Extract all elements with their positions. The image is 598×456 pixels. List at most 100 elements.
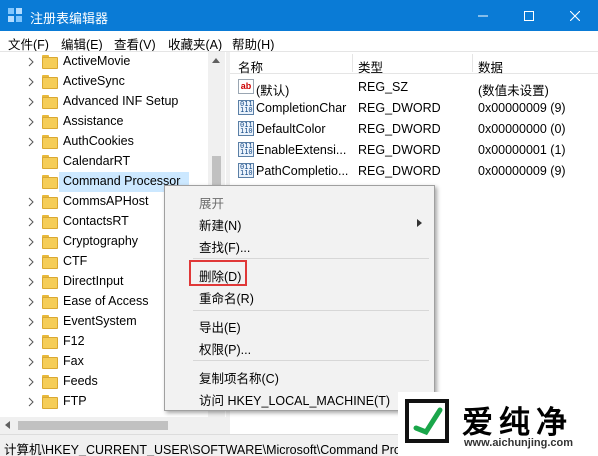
folder-icon <box>42 295 58 309</box>
tree-item[interactable]: ActiveSync <box>0 72 210 92</box>
tree-item-label: Cryptography <box>63 234 139 248</box>
list-row[interactable]: ab (默认) REG_SZ (数值未设置) <box>230 76 598 98</box>
watermark: 爱纯净 www.aichunjing.com <box>398 392 598 456</box>
tree-item[interactable]: Advanced INF Setup <box>0 92 210 112</box>
value-name: DefaultColor <box>256 122 326 136</box>
chevron-right-icon[interactable] <box>26 116 36 128</box>
maximize-button[interactable] <box>506 0 552 31</box>
menu-item-find[interactable]: 查找(F)... <box>199 237 250 256</box>
folder-icon <box>42 375 58 389</box>
menu-item-goto-hklm[interactable]: 访问 HKEY_LOCAL_MACHINE(T) <box>199 390 390 409</box>
menu-separator <box>193 360 429 361</box>
status-path: 计算机\HKEY_CURRENT_USER\SOFTWARE\Microsoft… <box>4 443 408 456</box>
list-row[interactable]: 011 110 EnableExtensi... REG_DWORD 0x0000… <box>230 139 598 160</box>
menu-item-expand[interactable]: 展开 <box>199 193 224 212</box>
tree-item-label: Fax <box>63 354 84 368</box>
tree-item-label: Command Processor <box>63 174 181 188</box>
scroll-up-icon[interactable] <box>212 58 220 63</box>
tree-item-label: CTF <box>63 254 88 268</box>
column-header-name[interactable]: 名称 <box>238 57 263 76</box>
chevron-right-icon[interactable] <box>26 76 36 88</box>
list-row[interactable]: 011 110 PathCompletio... REG_DWORD 0x0000… <box>230 160 598 181</box>
column-header-type[interactable]: 类型 <box>358 57 383 76</box>
column-header-data[interactable]: 数据 <box>478 57 503 76</box>
scroll-thumb[interactable] <box>212 156 221 186</box>
value-type: REG_SZ <box>358 80 409 94</box>
value-data: 0x00000001 (1) <box>478 143 566 157</box>
value-type: REG_DWORD <box>358 122 441 136</box>
minimize-icon <box>478 15 488 16</box>
title-bar: 注册表编辑器 <box>0 0 598 31</box>
folder-icon <box>42 355 58 369</box>
tree-item-label: AuthCookies <box>63 134 134 148</box>
tree-item-label: Assistance <box>63 114 124 128</box>
chevron-right-icon[interactable] <box>26 236 36 248</box>
tree-item-label: CommsAPHost <box>63 194 149 208</box>
binary-value-icon: 011 110 <box>238 100 254 115</box>
menu-item-export[interactable]: 导出(E) <box>199 317 241 336</box>
folder-icon <box>42 135 58 149</box>
menu-item-permissions[interactable]: 权限(P)... <box>199 339 251 358</box>
regedit-app-icon <box>8 8 22 22</box>
folder-icon <box>42 335 58 349</box>
chevron-right-icon[interactable] <box>26 96 36 108</box>
tree-item[interactable]: CalendarRT <box>0 152 210 172</box>
value-type: REG_DWORD <box>358 143 441 157</box>
chevron-right-icon[interactable] <box>26 256 36 268</box>
chevron-right-icon[interactable] <box>26 336 36 348</box>
folder-icon <box>42 95 58 109</box>
close-button[interactable] <box>552 0 598 31</box>
chevron-right-icon[interactable] <box>26 196 36 208</box>
tree-item[interactable]: ActiveMovie <box>0 52 210 72</box>
list-row[interactable]: 011 110 CompletionChar REG_DWORD 0x000000… <box>230 97 598 118</box>
folder-icon <box>42 115 58 129</box>
chevron-right-icon[interactable] <box>26 56 36 68</box>
menu-bar: 文件(F) 编辑(E) 查看(V) 收藏夹(A) 帮助(H) <box>0 31 598 52</box>
folder-icon <box>42 195 58 209</box>
menu-item-new[interactable]: 新建(N) <box>199 215 241 234</box>
folder-icon <box>42 275 58 289</box>
tree-item-label: ActiveMovie <box>63 54 131 68</box>
window-title: 注册表编辑器 <box>30 11 109 26</box>
folder-icon <box>42 395 58 409</box>
menu-item-rename[interactable]: 重命名(R) <box>199 288 254 307</box>
chevron-right-icon[interactable] <box>26 296 36 308</box>
string-value-icon: ab <box>238 79 254 94</box>
scroll-left-icon[interactable] <box>5 421 10 429</box>
tree-item-label: Feeds <box>63 374 98 388</box>
chevron-right-icon[interactable] <box>26 396 36 408</box>
value-data: 0x00000000 (0) <box>478 122 566 136</box>
binary-value-icon: 011 110 <box>238 163 254 178</box>
tree-item[interactable]: AuthCookies <box>0 132 210 152</box>
value-name: EnableExtensi... <box>256 143 347 157</box>
tree-item-label: CalendarRT <box>63 154 131 168</box>
folder-icon <box>42 155 58 169</box>
tree-item-label: Advanced INF Setup <box>63 94 179 108</box>
tree-item-label: ActiveSync <box>63 74 125 88</box>
chevron-right-icon[interactable] <box>26 376 36 388</box>
list-row[interactable]: 011 110 DefaultColor REG_DWORD 0x00000000… <box>230 118 598 139</box>
chevron-right-icon[interactable] <box>26 316 36 328</box>
menu-item-delete[interactable]: 删除(D) <box>199 266 241 285</box>
tree-item-label: ContactsRT <box>63 214 129 228</box>
value-name: PathCompletio... <box>256 164 349 178</box>
list-header: 名称 类型 数据 <box>230 52 598 76</box>
chevron-right-icon[interactable] <box>26 276 36 288</box>
tree-horizontal-scrollbar[interactable] <box>0 417 226 434</box>
chevron-right-icon[interactable] <box>26 216 36 228</box>
folder-icon <box>42 215 58 229</box>
value-type: REG_DWORD <box>358 101 441 115</box>
folder-icon <box>42 175 58 189</box>
folder-icon <box>42 55 58 69</box>
minimize-button[interactable] <box>460 0 506 31</box>
chevron-right-icon[interactable] <box>26 136 36 148</box>
watermark-logo-icon <box>405 399 449 443</box>
chevron-right-icon[interactable] <box>26 356 36 368</box>
menu-item-copy-key-name[interactable]: 复制项名称(C) <box>199 368 279 387</box>
scroll-thumb[interactable] <box>18 421 168 430</box>
tree-item-label: Ease of Access <box>63 294 149 308</box>
folder-icon <box>42 315 58 329</box>
tree-item[interactable]: Assistance <box>0 112 210 132</box>
close-icon <box>570 10 580 21</box>
folder-icon <box>42 235 58 249</box>
